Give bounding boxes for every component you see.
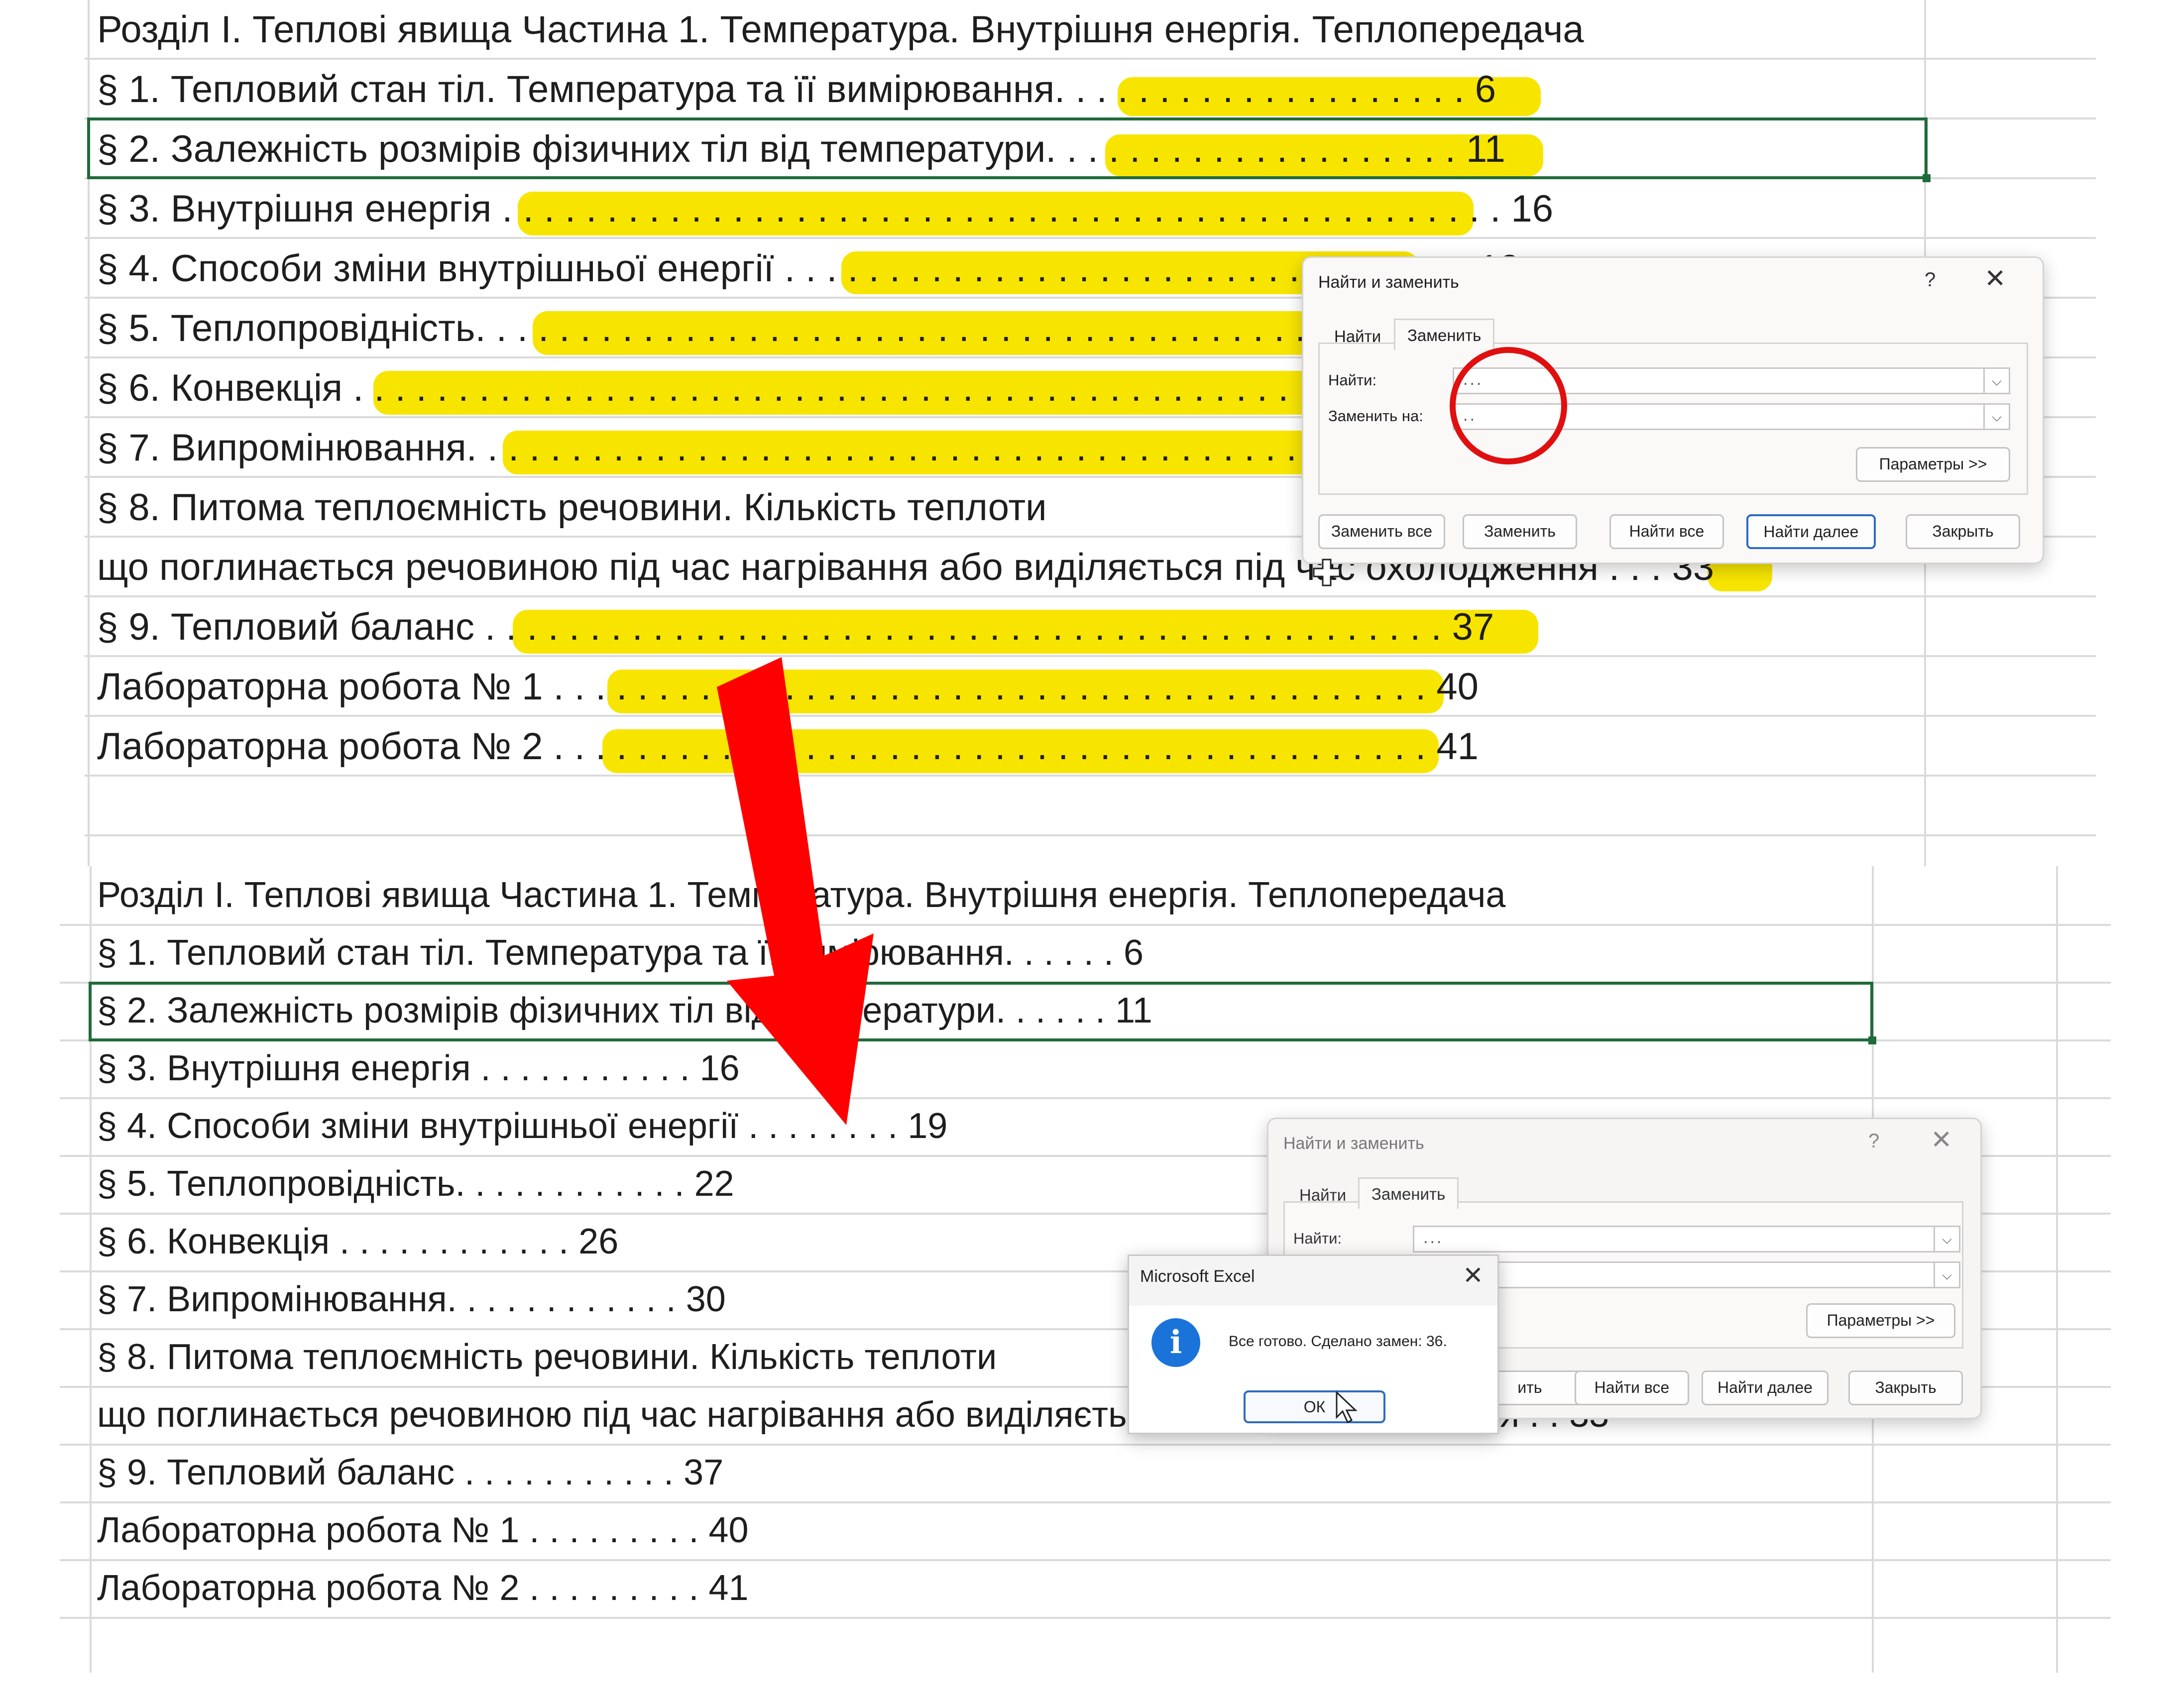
- toc-row[interactable]: § 1. Тепловий стан тіл. Температура та ї…: [97, 924, 1143, 982]
- close-button[interactable]: Закрыть: [1906, 514, 2020, 549]
- message-box-title: Microsoft Excel: [1140, 1267, 1255, 1286]
- chevron-down-icon[interactable]: ⌵: [1934, 1263, 1959, 1287]
- dialog-title: Найти и заменить: [1283, 1134, 1424, 1153]
- find-input[interactable]: ... ⌵: [1413, 1226, 1960, 1253]
- message-text: Все готово. Сделано замен: 36.: [1229, 1333, 1447, 1350]
- toc-row[interactable]: § 5. Теплопровідність. . . . . . . . . .…: [97, 1155, 734, 1213]
- toc-row[interactable]: § 3. Внутрішня енергія . . . . . . . . .…: [97, 179, 1553, 239]
- tab-find[interactable]: Найти: [1329, 325, 1386, 348]
- toc-row[interactable]: § 7. Випромінювання. . . . . . . . . . .…: [97, 1270, 726, 1328]
- toc-row[interactable]: § 1. Тепловий стан тіл. Температура та ї…: [97, 60, 1496, 119]
- find-next-button[interactable]: Найти далее: [1746, 514, 1876, 549]
- replace-button[interactable]: Заменить: [1463, 514, 1577, 549]
- chevron-down-icon[interactable]: ⌵: [1983, 369, 2009, 393]
- annotation-circle: [1450, 347, 1567, 464]
- help-button[interactable]: ?: [1925, 269, 1936, 291]
- chevron-down-icon[interactable]: ⌵: [1934, 1227, 1959, 1251]
- close-icon[interactable]: ✕: [1984, 264, 2006, 294]
- dialog-title: Найти и заменить: [1318, 273, 1459, 292]
- cell-cursor-icon: [1313, 559, 1341, 586]
- red-arrow-icon: [717, 657, 874, 1125]
- find-label: Найти:: [1328, 371, 1377, 389]
- replace-all-button[interactable]: Заменить все: [1318, 514, 1445, 549]
- chevron-down-icon[interactable]: ⌵: [1983, 405, 2009, 429]
- toc-row[interactable]: Лабораторна робота № 2 . . . . . . . . .…: [97, 1559, 749, 1617]
- tab-find[interactable]: Найти: [1294, 1184, 1351, 1207]
- toc-row[interactable]: § 6. Конвекція . . . . . . . . . . . . 2…: [97, 1213, 618, 1270]
- find-all-button[interactable]: Найти все: [1609, 514, 1724, 549]
- close-icon[interactable]: ✕: [1463, 1261, 1484, 1290]
- toc-row[interactable]: § 8. Питома теплоємність речовини. Кільк…: [97, 478, 1047, 538]
- find-value: ...: [1423, 1228, 1444, 1247]
- ok-button[interactable]: ОК: [1244, 1390, 1385, 1423]
- mouse-cursor-icon: [1336, 1391, 1358, 1424]
- info-icon: i: [1151, 1318, 1200, 1367]
- find-all-button[interactable]: Найти все: [1575, 1370, 1689, 1405]
- message-box: Microsoft Excel ✕ i Все готово. Сделано …: [1128, 1254, 1499, 1434]
- toc-row[interactable]: § 2. Залежність розмірів фізичних тіл ві…: [97, 982, 1152, 1039]
- toc-row[interactable]: § 3. Внутрішня енергія . . . . . . . . .…: [97, 1039, 740, 1097]
- toc-row[interactable]: § 7. Випромінювання. . . . . . . . . . .…: [97, 418, 1496, 478]
- options-button[interactable]: Параметры >>: [1856, 447, 2010, 482]
- find-replace-dialog: Найти и заменить ? ✕ Найти Заменить Найт…: [1302, 256, 2044, 564]
- find-next-button[interactable]: Найти далее: [1702, 1370, 1828, 1405]
- close-button[interactable]: Закрыть: [1848, 1370, 1963, 1405]
- tab-replace[interactable]: Заменить: [1358, 1177, 1459, 1209]
- toc-row[interactable]: Розділ І. Теплові явища Частина 1. Темпе…: [97, 0, 1584, 60]
- help-button[interactable]: ?: [1868, 1130, 1879, 1152]
- find-label: Найти:: [1293, 1230, 1342, 1247]
- toc-row[interactable]: § 9. Тепловий баланс . . . . . . . . . .…: [97, 1444, 723, 1501]
- toc-row[interactable]: § 5. Теплопровідність. . . . . . . . . .…: [97, 299, 1505, 358]
- options-button[interactable]: Параметры >>: [1806, 1303, 1955, 1338]
- toc-row[interactable]: Лабораторна робота № 1 . . . . . . . . .…: [97, 1501, 749, 1559]
- toc-row[interactable]: § 2. Залежність розмірів фізичних тіл ві…: [97, 119, 1505, 179]
- toc-row[interactable]: § 8. Питома теплоємність речовини. Кільк…: [97, 1328, 997, 1386]
- close-icon[interactable]: ✕: [1931, 1125, 1952, 1155]
- replace-label: Заменить на:: [1328, 407, 1423, 425]
